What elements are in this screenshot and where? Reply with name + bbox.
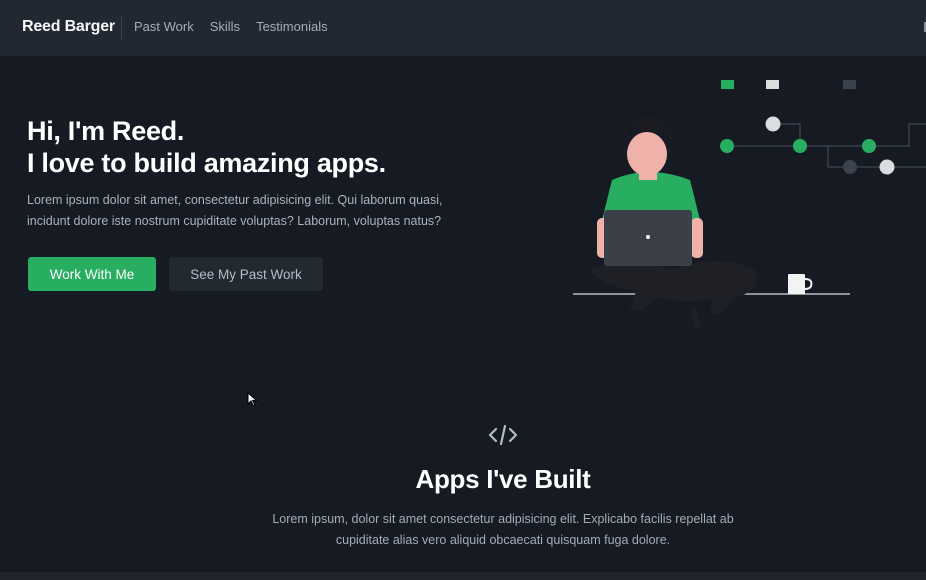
top-navbar: Reed Barger Past Work Skills Testimonial…: [0, 0, 926, 56]
work-with-me-button[interactable]: Work With Me: [28, 257, 156, 291]
main-nav: Past Work Skills Testimonials: [134, 19, 328, 34]
code-icon: [488, 424, 518, 446]
hero-description: Lorem ipsum dolor sit amet, consectetur …: [27, 193, 443, 228]
bottom-strip: [0, 572, 926, 580]
nav-link-skills[interactable]: Skills: [210, 19, 240, 34]
section-description: Lorem ipsum, dolor sit amet consectetur …: [272, 512, 734, 547]
hero-title-line-1: Hi, I'm Reed.: [27, 116, 185, 146]
see-past-work-button[interactable]: See My Past Work: [169, 257, 323, 291]
brand-divider: [121, 16, 122, 40]
developer-illustration: [573, 80, 926, 330]
nav-link-testimonials[interactable]: Testimonials: [256, 19, 328, 34]
hero-title-line-2: I love to build amazing apps.: [27, 148, 386, 178]
mouse-cursor-icon: [247, 392, 258, 407]
nav-link-past-work[interactable]: Past Work: [134, 19, 194, 34]
hero-title: Hi, I'm Reed. I love to build amazing ap…: [27, 115, 386, 179]
section-title: Apps I've Built: [415, 464, 591, 494]
circuit-decoration: [720, 80, 926, 175]
mug-icon: [788, 274, 805, 294]
brand-logo[interactable]: Reed Barger: [22, 18, 115, 36]
